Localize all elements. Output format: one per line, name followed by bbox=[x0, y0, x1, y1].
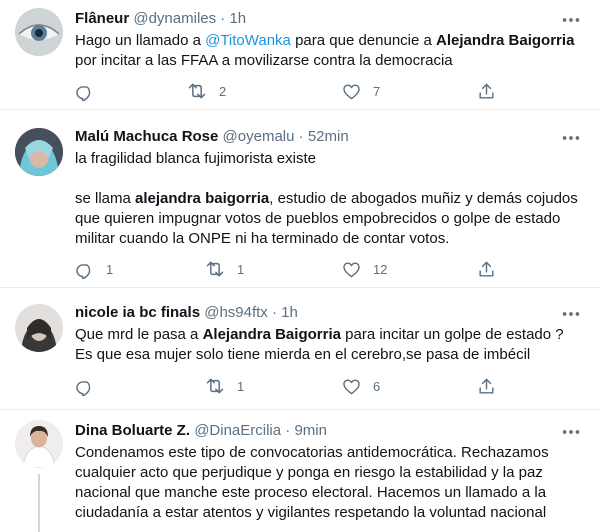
like-icon bbox=[342, 377, 361, 396]
timestamp[interactable]: 9min bbox=[294, 422, 327, 439]
retweet-icon bbox=[205, 259, 225, 279]
avatar[interactable] bbox=[15, 420, 63, 468]
tweet[interactable]: Dina Boluarte Z. @DinaErcilia · 9min Con… bbox=[0, 410, 600, 532]
avatar[interactable] bbox=[15, 128, 63, 176]
share-icon bbox=[477, 82, 496, 101]
reply-count: 1 bbox=[106, 261, 114, 277]
tweet-header: Malú Machuca Rose @oyemalu · 52min bbox=[75, 127, 349, 147]
avatar[interactable] bbox=[15, 8, 63, 56]
text-segment: por incitar a las FFAA a movilizarse con… bbox=[75, 52, 453, 69]
retweet-button[interactable]: 1 bbox=[205, 375, 244, 397]
text-segment: para que denuncie a bbox=[290, 32, 437, 49]
timestamp[interactable]: 1h bbox=[281, 304, 298, 321]
text-segment: para incitar un golpe de estado ? bbox=[340, 326, 564, 343]
retweet-button[interactable]: 2 bbox=[187, 80, 226, 102]
like-icon bbox=[342, 260, 361, 279]
mention-link[interactable]: @TitoWanka bbox=[205, 32, 291, 49]
tweet[interactable]: Malú Machuca Rose @oyemalu · 52min la fr… bbox=[0, 110, 600, 288]
text-segment: Es que esa mujer solo tiene mierda en el… bbox=[75, 346, 531, 363]
user-handle[interactable]: @oyemalu bbox=[223, 128, 295, 145]
tweet[interactable]: Flâneur @dynamiles · 1h Hago un llamado … bbox=[0, 0, 600, 110]
retweet-count: 2 bbox=[219, 83, 227, 99]
reply-button[interactable] bbox=[75, 375, 106, 397]
tweet-text: Condenamos este tipo de convocatorias an… bbox=[75, 443, 580, 523]
text-segment: militar cuando la ONPE ni ha terminado d… bbox=[75, 230, 450, 247]
text-segment: Hago un llamado a bbox=[75, 32, 206, 49]
like-button[interactable]: 7 bbox=[342, 80, 380, 102]
avatar-image bbox=[15, 420, 63, 468]
like-icon bbox=[342, 82, 361, 101]
avatar-image bbox=[15, 128, 63, 176]
display-name[interactable]: Dina Boluarte Z. bbox=[75, 422, 190, 439]
separator: · bbox=[281, 422, 295, 439]
user-handle[interactable]: @DinaErcilia bbox=[194, 422, 281, 439]
share-button[interactable] bbox=[477, 80, 496, 102]
reply-icon bbox=[75, 377, 94, 396]
display-name[interactable]: Flâneur bbox=[75, 10, 129, 27]
text-segment: nacional que manche este proceso elector… bbox=[75, 484, 547, 501]
reply-icon bbox=[75, 260, 94, 279]
avatar-eye-image bbox=[15, 8, 63, 56]
tweet-text: la fragilidad blanca fujimorista existe … bbox=[75, 149, 580, 249]
text-segment: ciudadanía a estar atentos y vigilantes … bbox=[75, 504, 547, 521]
thread-line bbox=[38, 474, 40, 532]
timestamp[interactable]: 1h bbox=[229, 10, 246, 27]
share-button[interactable] bbox=[477, 258, 496, 280]
avatar[interactable] bbox=[15, 304, 63, 352]
more-icon[interactable] bbox=[560, 10, 582, 30]
separator: · bbox=[294, 128, 308, 145]
user-handle[interactable]: @dynamiles bbox=[133, 10, 216, 27]
text-segment: Condenamos este tipo de convocatorias an… bbox=[75, 444, 549, 461]
like-count: 12 bbox=[373, 261, 388, 277]
text-segment: Que mrd le pasa a bbox=[75, 326, 203, 343]
tweet-header: nicole ia bc finals @hs94ftx · 1h bbox=[75, 303, 298, 323]
retweet-icon bbox=[187, 81, 207, 101]
more-icon[interactable] bbox=[560, 128, 582, 148]
like-button[interactable]: 12 bbox=[342, 258, 387, 280]
text-segment: se llama bbox=[75, 190, 136, 207]
highlighted-name: Alejandra Baigorria bbox=[436, 32, 575, 49]
more-icon[interactable] bbox=[560, 422, 582, 442]
highlighted-name: Alejandra Baigorria bbox=[202, 326, 341, 343]
share-button[interactable] bbox=[477, 375, 496, 397]
tweet-actions: 1 1 12 bbox=[75, 258, 515, 280]
like-count: 6 bbox=[373, 378, 381, 394]
tweet[interactable]: nicole ia bc finals @hs94ftx · 1h Que mr… bbox=[0, 288, 600, 410]
text-segment: la fragilidad blanca fujimorista existe bbox=[75, 150, 316, 167]
tweet-actions: 2 7 bbox=[75, 80, 515, 102]
retweet-button[interactable]: 1 bbox=[205, 258, 244, 280]
more-icon[interactable] bbox=[560, 304, 582, 324]
highlighted-name: alejandra baigorria bbox=[135, 190, 270, 207]
avatar-image bbox=[15, 304, 63, 352]
reply-icon bbox=[75, 82, 94, 101]
retweet-count: 1 bbox=[237, 378, 245, 394]
separator: · bbox=[267, 304, 282, 321]
retweet-icon bbox=[205, 376, 225, 396]
timestamp[interactable]: 52min bbox=[308, 128, 349, 145]
retweet-count: 1 bbox=[237, 261, 245, 277]
like-button[interactable]: 6 bbox=[342, 375, 380, 397]
display-name[interactable]: Malú Machuca Rose bbox=[75, 128, 218, 145]
reply-button[interactable]: 1 bbox=[75, 258, 113, 280]
tweet-header: Dina Boluarte Z. @DinaErcilia · 9min bbox=[75, 421, 327, 441]
reply-button[interactable] bbox=[75, 80, 106, 102]
like-count: 7 bbox=[373, 83, 381, 99]
text-segment: , estudio de abogados muñiz y demás coju… bbox=[269, 190, 578, 207]
share-icon bbox=[477, 377, 496, 396]
tweet-actions: 1 6 bbox=[75, 375, 515, 397]
separator: · bbox=[216, 10, 230, 27]
tweet-header: Flâneur @dynamiles · 1h bbox=[75, 9, 246, 29]
text-segment: que quieren impugnar votos de pueblos em… bbox=[75, 210, 561, 227]
tweet-text: Que mrd le pasa a Alejandra Baigorria pa… bbox=[75, 325, 580, 365]
tweet-text: Hago un llamado a @TitoWanka para que de… bbox=[75, 31, 580, 71]
user-handle[interactable]: @hs94ftx bbox=[204, 304, 268, 321]
text-segment: cualquier acto que perjudique y ponga en… bbox=[75, 464, 543, 481]
share-icon bbox=[477, 260, 496, 279]
display-name[interactable]: nicole ia bc finals bbox=[75, 304, 200, 321]
